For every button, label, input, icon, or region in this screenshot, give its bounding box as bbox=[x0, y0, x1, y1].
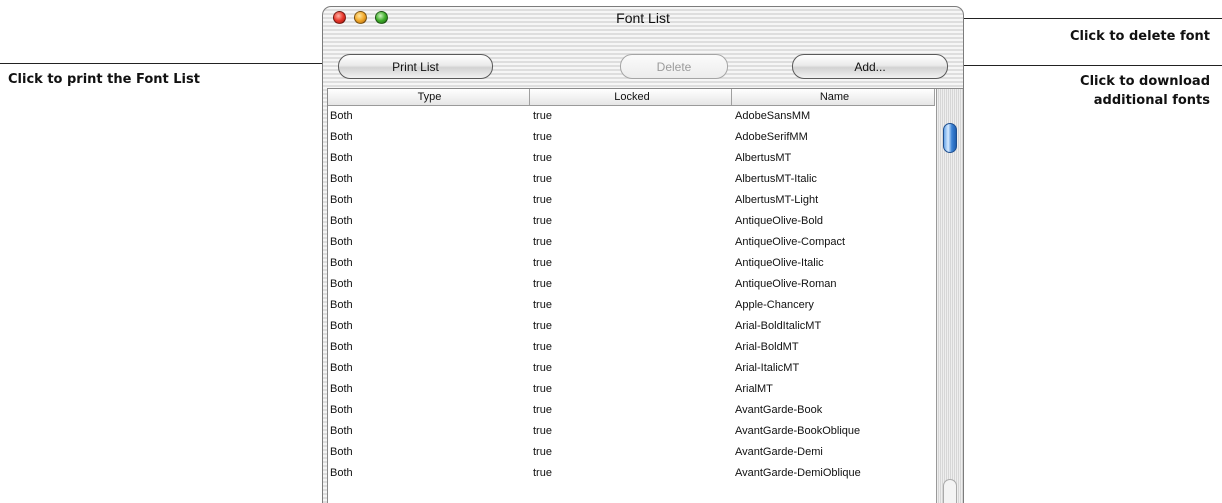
table-row[interactable]: Both true AdobeSansMM bbox=[328, 106, 935, 127]
print-list-button[interactable]: Print List bbox=[338, 54, 493, 79]
table-row[interactable]: Both true Arial-BoldMT bbox=[328, 337, 935, 358]
cell-name: AvantGarde-BookOblique bbox=[735, 425, 861, 437]
table-row[interactable]: Both true AvantGarde-DemiOblique bbox=[328, 463, 935, 484]
cell-locked: true bbox=[533, 341, 552, 353]
cell-type: Both bbox=[330, 425, 353, 437]
cell-name: AvantGarde-Demi bbox=[735, 446, 823, 458]
cell-type: Both bbox=[330, 320, 353, 332]
cell-name: AdobeSerifMM bbox=[735, 131, 808, 143]
cell-name: Arial-BoldItalicMT bbox=[735, 320, 822, 332]
callout-add-line2: additional fonts bbox=[1093, 93, 1210, 108]
cell-name: AdobeSansMM bbox=[735, 110, 811, 122]
table-row[interactable]: Both true AntiqueOlive-Compact bbox=[328, 232, 935, 253]
table-header: Type Locked Name bbox=[328, 89, 935, 106]
cell-type: Both bbox=[330, 194, 353, 206]
cell-name: AlbertusMT bbox=[735, 152, 792, 164]
cell-name: AlbertusMT-Light bbox=[735, 194, 819, 206]
column-header-type[interactable]: Type bbox=[328, 89, 530, 105]
table-row[interactable]: Both true AlbertusMT-Italic bbox=[328, 169, 935, 190]
table-row[interactable]: Both true Arial-BoldItalicMT bbox=[328, 316, 935, 337]
cell-locked: true bbox=[533, 215, 552, 227]
cell-type: Both bbox=[330, 341, 353, 353]
cell-type: Both bbox=[330, 173, 353, 185]
cell-locked: true bbox=[533, 152, 552, 164]
cell-locked: true bbox=[533, 173, 552, 185]
callout-add-line bbox=[940, 65, 1222, 66]
cell-name: Arial-ItalicMT bbox=[735, 362, 800, 374]
callout-print-list: Click to print the Font List bbox=[8, 72, 200, 87]
cell-type: Both bbox=[330, 467, 353, 479]
cell-locked: true bbox=[533, 131, 552, 143]
font-list-window: Font List Print List Delete Add... Type … bbox=[322, 6, 964, 503]
table-row[interactable]: Both true Arial-ItalicMT bbox=[328, 358, 935, 379]
window-title: Font List bbox=[616, 10, 670, 26]
callout-print-line bbox=[0, 63, 343, 64]
table-row[interactable]: Both true AdobeSerifMM bbox=[328, 127, 935, 148]
scrollbar-arrows[interactable] bbox=[943, 479, 957, 503]
cell-name: Apple-Chancery bbox=[735, 299, 814, 311]
cell-locked: true bbox=[533, 299, 552, 311]
callout-add-fonts: Click to download additional fonts bbox=[1080, 72, 1210, 110]
cell-type: Both bbox=[330, 236, 353, 248]
table-row[interactable]: Both true AlbertusMT-Light bbox=[328, 190, 935, 211]
callout-delete-font: Click to delete font bbox=[1069, 29, 1210, 44]
cell-type: Both bbox=[330, 215, 353, 227]
delete-button[interactable]: Delete bbox=[620, 54, 728, 79]
cell-locked: true bbox=[533, 362, 552, 374]
cell-name: AntiqueOlive-Bold bbox=[735, 215, 824, 227]
cell-name: Arial-BoldMT bbox=[735, 341, 799, 353]
callout-add-line1: Click to download bbox=[1080, 74, 1210, 89]
cell-name: AvantGarde-Book bbox=[735, 404, 823, 416]
cell-type: Both bbox=[330, 362, 353, 374]
cell-locked: true bbox=[533, 404, 552, 416]
cell-locked: true bbox=[533, 236, 552, 248]
cell-name: AlbertusMT-Italic bbox=[735, 173, 817, 185]
scrollbar-thumb[interactable] bbox=[943, 123, 957, 153]
cell-locked: true bbox=[533, 467, 552, 479]
cell-type: Both bbox=[330, 299, 353, 311]
cell-type: Both bbox=[330, 131, 353, 143]
table-row[interactable]: Both true ArialMT bbox=[328, 379, 935, 400]
cell-name: AvantGarde-DemiOblique bbox=[735, 467, 861, 479]
cell-locked: true bbox=[533, 383, 552, 395]
cell-locked: true bbox=[533, 320, 552, 332]
cell-name: AntiqueOlive-Italic bbox=[735, 257, 824, 269]
table-row[interactable]: Both true AlbertusMT bbox=[328, 148, 935, 169]
table-row[interactable]: Both true AvantGarde-Demi bbox=[328, 442, 935, 463]
column-header-name[interactable]: Name bbox=[732, 89, 935, 105]
cell-locked: true bbox=[533, 446, 552, 458]
cell-name: AntiqueOlive-Roman bbox=[735, 278, 837, 290]
cell-name: AntiqueOlive-Compact bbox=[735, 236, 846, 248]
cell-type: Both bbox=[330, 383, 353, 395]
table-row[interactable]: Both true AntiqueOlive-Roman bbox=[328, 274, 935, 295]
table-row[interactable]: Both true Apple-Chancery bbox=[328, 295, 935, 316]
cell-name: ArialMT bbox=[735, 383, 773, 395]
cell-locked: true bbox=[533, 110, 552, 122]
cell-type: Both bbox=[330, 446, 353, 458]
cell-type: Both bbox=[330, 404, 353, 416]
cell-locked: true bbox=[533, 257, 552, 269]
add-font-button[interactable]: Add... bbox=[792, 54, 948, 79]
vertical-scrollbar[interactable] bbox=[936, 89, 963, 503]
cell-type: Both bbox=[330, 257, 353, 269]
font-table: Type Locked Name Both true AdobeSansMM Both… bbox=[327, 88, 963, 503]
cell-type: Both bbox=[330, 278, 353, 290]
column-header-locked[interactable]: Locked bbox=[530, 89, 732, 105]
cell-locked: true bbox=[533, 194, 552, 206]
cell-locked: true bbox=[533, 425, 552, 437]
table-row[interactable]: Both true AntiqueOlive-Bold bbox=[328, 211, 935, 232]
table-row[interactable]: Both true AvantGarde-BookOblique bbox=[328, 421, 935, 442]
table-row[interactable]: Both true AvantGarde-Book bbox=[328, 400, 935, 421]
table-body: Both true AdobeSansMM Both true AdobeSerifMM B… bbox=[328, 106, 935, 484]
cell-type: Both bbox=[330, 110, 353, 122]
cell-locked: true bbox=[533, 278, 552, 290]
cell-type: Both bbox=[330, 152, 353, 164]
table-row[interactable]: Both true AntiqueOlive-Italic bbox=[328, 253, 935, 274]
